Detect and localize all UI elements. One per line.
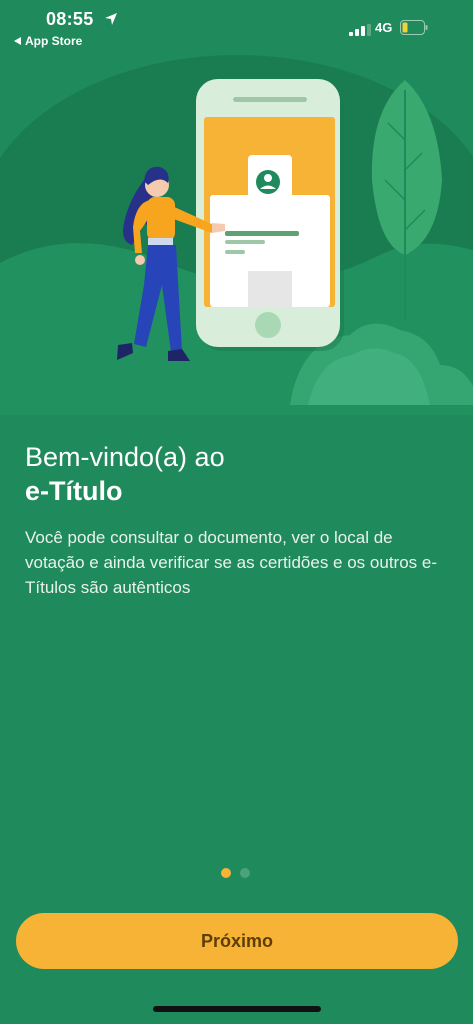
- welcome-description: Você pode consultar o documento, ver o l…: [25, 528, 437, 597]
- back-app-label: App Store: [25, 34, 83, 48]
- page-dot-inactive: [240, 868, 250, 878]
- battery-icon: [400, 20, 428, 35]
- status-bar: 08:55 App Store 4G: [0, 0, 473, 54]
- onboarding-illustration: [0, 55, 473, 415]
- home-indicator[interactable]: [153, 1006, 321, 1012]
- back-triangle-icon: [14, 37, 21, 45]
- back-to-app-store[interactable]: App Store: [14, 34, 82, 48]
- signal-icon: [349, 24, 371, 36]
- welcome-section: Bem-vindo(a) ao e-Título Você pode consu…: [25, 440, 455, 617]
- app-name-title: e-Título: [25, 476, 123, 506]
- page-indicator: [221, 868, 250, 878]
- page-dot-active: [221, 868, 231, 878]
- network-type: 4G: [375, 20, 393, 35]
- welcome-title: Bem-vindo(a) ao: [25, 442, 225, 472]
- location-arrow-icon: [105, 13, 117, 25]
- next-button[interactable]: Próximo: [16, 913, 458, 969]
- status-time: 08:55: [46, 9, 94, 29]
